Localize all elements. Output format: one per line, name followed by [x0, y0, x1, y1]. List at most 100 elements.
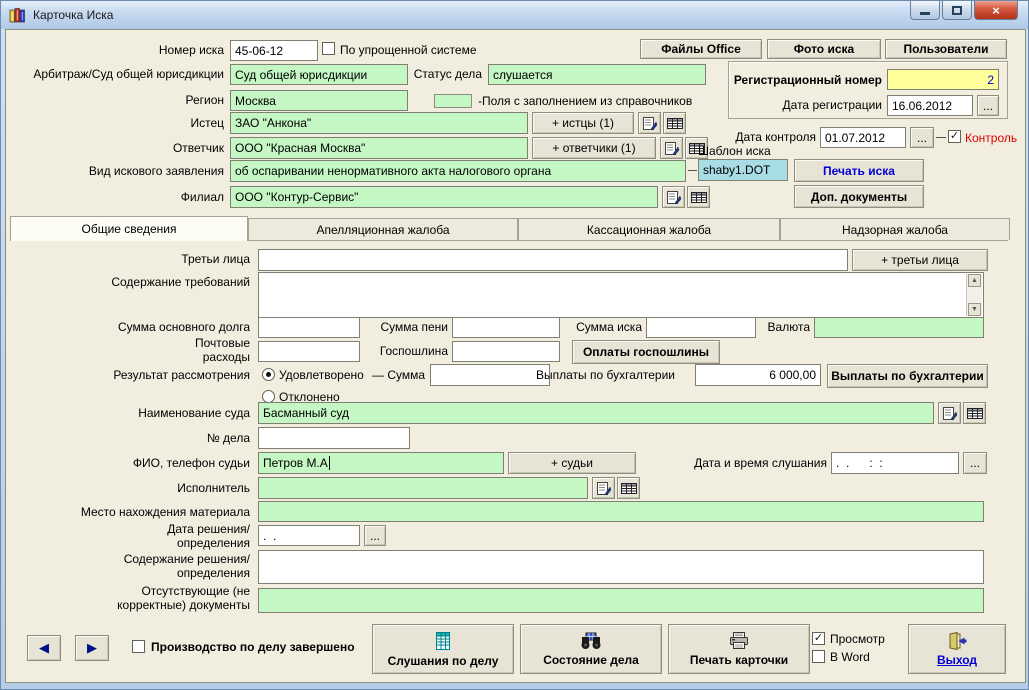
table-icon — [690, 191, 707, 203]
table-icon — [620, 482, 637, 494]
registration-date-field[interactable]: 16.06.2012 — [887, 95, 973, 116]
close-icon: × — [992, 2, 1000, 18]
currency-field[interactable] — [814, 317, 984, 338]
scroll-down-icon[interactable]: ▼ — [968, 303, 981, 316]
claims-content-textarea[interactable]: ▲ ▼ — [258, 272, 984, 318]
claim-kind-field[interactable]: об оспаривании ненормативного акта налог… — [230, 160, 686, 182]
control-connector-line — [936, 137, 946, 138]
third-parties-field[interactable] — [258, 249, 848, 271]
plaintiffs-list-button[interactable]: + истцы (1) — [532, 112, 634, 134]
case-hearings-button[interactable]: Слушания по делу — [372, 624, 514, 674]
claims-content-scrollbar[interactable]: ▲ ▼ — [966, 274, 982, 316]
claim-kind-label: Вид искового заявления — [88, 164, 224, 178]
material-location-field[interactable] — [258, 501, 984, 522]
template-connector-line — [688, 170, 697, 171]
tab-cassation[interactable]: Кассационная жалоба — [518, 218, 780, 240]
nav-right-icon: ▶ — [87, 640, 97, 655]
plaintiff-card-button[interactable] — [638, 112, 661, 134]
branch-card-button[interactable] — [662, 186, 685, 208]
claim-template-field[interactable]: shaby1.DOT — [698, 159, 788, 181]
court-table-button[interactable] — [963, 402, 986, 424]
tab-appeal[interactable]: Апелляционная жалоба — [248, 218, 518, 240]
branch-field[interactable]: ООО "Контур-Сервис" — [230, 186, 658, 208]
maximize-button[interactable] — [942, 1, 972, 20]
control-date-field[interactable]: 01.07.2012 — [820, 127, 906, 148]
case-number-field[interactable] — [258, 427, 410, 449]
registration-number-field[interactable]: 2 — [887, 69, 999, 90]
hearing-datetime-field[interactable]: . . : : — [831, 452, 959, 474]
duty-field[interactable] — [452, 341, 560, 362]
decision-date-picker-button[interactable]: ... — [364, 525, 386, 546]
hearing-datetime-label: Дата и время слушания — [694, 456, 827, 470]
region-label: Регион — [185, 93, 224, 107]
court-name-field[interactable]: Басманный суд — [258, 402, 934, 424]
print-card-button[interactable]: Печать карточки — [668, 624, 810, 674]
form-icon — [666, 190, 681, 204]
court-type-field[interactable]: Суд общей юрисдикции — [230, 64, 408, 85]
court-card-button[interactable] — [938, 402, 961, 424]
text-caret — [328, 456, 330, 470]
case-status-field[interactable]: слушается — [488, 64, 706, 85]
judge-field[interactable]: Петров М.А — [258, 452, 504, 474]
scroll-up-icon[interactable]: ▲ — [968, 274, 981, 287]
principal-sum-field[interactable] — [258, 317, 360, 338]
duty-payments-button[interactable]: Оплаты госпошлины — [572, 340, 720, 364]
control-date-picker-button[interactable]: ... — [910, 127, 934, 148]
hearing-datetime-picker-button[interactable]: ... — [963, 452, 987, 474]
region-field[interactable]: Москва — [230, 90, 408, 111]
executor-card-button[interactable] — [592, 477, 615, 499]
judges-list-button[interactable]: + судьи — [508, 452, 636, 474]
satisfied-radio[interactable] — [262, 368, 275, 381]
decision-date-field[interactable]: . . — [258, 525, 360, 546]
case-state-button[interactable]: Состояние дела — [520, 624, 662, 674]
defendant-field[interactable]: ООО "Красная Москва" — [230, 137, 528, 159]
registration-date-picker-button[interactable]: ... — [977, 95, 999, 116]
window-controls: × — [910, 1, 1018, 20]
penalty-sum-field[interactable] — [452, 317, 560, 338]
branch-table-button[interactable] — [687, 186, 710, 208]
third-parties-list-button[interactable]: + третьи лица — [852, 249, 988, 271]
decision-content-textarea[interactable] — [258, 550, 984, 584]
claim-photo-button[interactable]: Фото иска — [767, 39, 881, 59]
executor-field[interactable] — [258, 477, 588, 499]
accounting-payments-button[interactable]: Выплаты по бухгалтерии — [827, 364, 988, 388]
postage-field[interactable] — [258, 341, 360, 362]
claim-number-field[interactable]: 45-06-12 — [230, 40, 318, 61]
exit-button[interactable]: Выход — [908, 624, 1006, 674]
control-label: Контроль — [965, 131, 1018, 145]
claims-content-label: Содержание требований — [111, 275, 250, 289]
prev-record-button[interactable]: ◀ — [27, 635, 61, 661]
registration-date-label: Дата регистрации — [782, 98, 882, 112]
case-finished-checkbox[interactable] — [132, 640, 145, 653]
form-icon — [642, 116, 657, 130]
extra-documents-button[interactable]: Доп. документы — [794, 185, 924, 208]
plaintiff-table-button[interactable] — [663, 112, 686, 134]
decision-date-label: Дата решения/ определения — [167, 522, 250, 550]
court-name-label: Наименование суда — [138, 406, 250, 420]
tab-supervisory[interactable]: Надзорная жалоба — [780, 218, 1010, 240]
users-button[interactable]: Пользователи — [885, 39, 1007, 59]
claim-card-window: Карточка Иска × Номер иска 45-06-12 По у… — [0, 0, 1029, 690]
form-icon — [942, 406, 957, 420]
next-record-button[interactable]: ▶ — [75, 635, 109, 661]
simplified-checkbox[interactable] — [322, 42, 335, 55]
accounting-payments-field[interactable]: 6 000,00 — [695, 364, 821, 386]
executor-table-button[interactable] — [617, 477, 640, 499]
minimize-button[interactable] — [910, 1, 940, 20]
plaintiff-field[interactable]: ЗАО "Анкона" — [230, 112, 528, 134]
defendant-card-button[interactable] — [660, 137, 683, 159]
missing-docs-field[interactable] — [258, 588, 984, 613]
close-button[interactable]: × — [974, 1, 1018, 20]
office-files-button[interactable]: Файлы Office — [640, 39, 762, 59]
hearings-table-icon — [436, 631, 450, 650]
control-date-label: Дата контроля — [735, 130, 816, 144]
control-checkbox[interactable]: ✓ — [948, 130, 961, 143]
legend-text: -Поля с заполнением из справочников — [478, 94, 693, 108]
legend-swatch — [434, 94, 472, 108]
print-claim-button[interactable]: Печать иска — [794, 159, 924, 182]
principal-sum-label: Сумма основного долга — [117, 320, 250, 334]
word-checkbox[interactable] — [812, 650, 825, 663]
tab-general[interactable]: Общие сведения — [10, 216, 248, 241]
defendants-list-button[interactable]: + ответчики (1) — [532, 137, 656, 159]
preview-checkbox[interactable]: ✓ — [812, 632, 825, 645]
